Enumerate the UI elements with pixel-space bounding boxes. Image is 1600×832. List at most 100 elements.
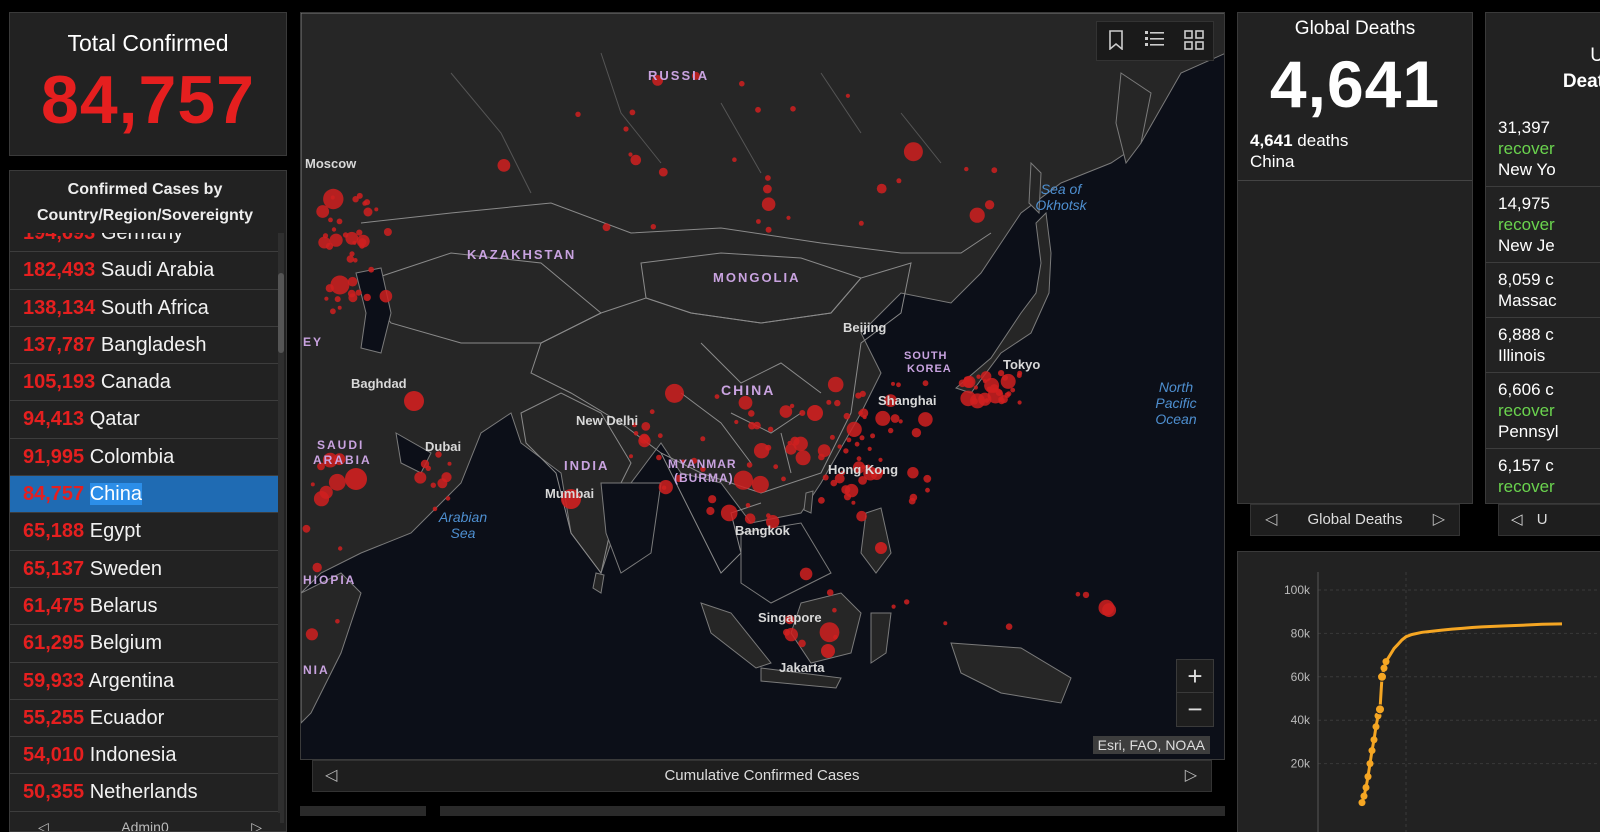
case-bubble[interactable] — [328, 473, 346, 491]
case-bubble[interactable] — [867, 446, 872, 451]
case-bubble[interactable] — [363, 293, 371, 302]
case-bubble[interactable] — [732, 157, 737, 162]
country-row[interactable]: 138,134 South Africa — [10, 290, 278, 327]
case-bubble[interactable] — [751, 475, 769, 493]
country-row[interactable]: 182,493 Saudi Arabia — [10, 252, 278, 290]
prev-arrow-icon[interactable]: ◁ — [38, 813, 49, 831]
case-bubble[interactable] — [325, 284, 334, 293]
case-bubble[interactable] — [708, 495, 717, 504]
case-bubble[interactable] — [734, 419, 739, 425]
case-bubble[interactable] — [575, 111, 581, 118]
us-deaths-list[interactable]: 31,397 recover New Yo 14,975 recover New Je 8,… — [1486, 111, 1600, 503]
chart-point[interactable] — [1360, 792, 1368, 800]
case-bubble[interactable] — [733, 470, 753, 490]
case-bubble[interactable] — [765, 226, 772, 233]
case-bubble[interactable] — [665, 383, 684, 403]
case-bubble[interactable] — [976, 374, 981, 379]
us-deaths-item[interactable]: 8,059 c Massac — [1486, 263, 1600, 318]
case-bubble[interactable] — [639, 433, 650, 444]
country-row[interactable]: 105,193 Canada — [10, 364, 278, 402]
case-bubble[interactable] — [330, 308, 336, 315]
case-bubble[interactable] — [374, 207, 379, 212]
case-bubble[interactable] — [445, 496, 451, 501]
case-bubble[interactable] — [334, 296, 341, 303]
case-bubble[interactable] — [875, 410, 891, 426]
case-bubble[interactable] — [1010, 387, 1016, 393]
case-bubble[interactable] — [324, 296, 329, 301]
case-bubble[interactable] — [656, 454, 662, 461]
case-bubble[interactable] — [817, 444, 831, 458]
case-bubble[interactable] — [891, 604, 896, 609]
case-bubble[interactable] — [943, 621, 948, 626]
case-bubble[interactable] — [984, 377, 1000, 393]
case-bubble[interactable] — [347, 276, 358, 287]
case-bubble[interactable] — [345, 231, 359, 245]
case-bubble[interactable] — [854, 441, 860, 447]
case-bubble[interactable] — [623, 126, 629, 132]
case-bubble[interactable] — [795, 450, 811, 466]
case-bubble[interactable] — [755, 106, 761, 113]
case-bubble[interactable] — [302, 524, 311, 533]
country-row[interactable]: 65,188 Egypt — [10, 513, 278, 551]
scrollbar-thumb[interactable] — [278, 273, 284, 353]
legend-list-icon[interactable] — [1144, 30, 1166, 52]
case-bubble[interactable] — [991, 167, 998, 174]
case-bubble[interactable] — [383, 228, 392, 236]
case-bubble[interactable] — [649, 409, 655, 415]
case-bubble[interactable] — [907, 467, 919, 479]
case-bubble[interactable] — [891, 381, 895, 386]
case-bubble[interactable] — [834, 399, 841, 407]
case-bubble[interactable] — [970, 393, 985, 409]
country-row[interactable]: 55,255 Ecuador — [10, 700, 278, 738]
deaths-prev-icon[interactable]: ◁ — [1265, 505, 1277, 535]
case-bubble[interactable] — [799, 410, 806, 416]
bookmark-icon[interactable] — [1105, 30, 1127, 52]
case-bubble[interactable] — [628, 152, 633, 157]
chart-point[interactable] — [1368, 747, 1376, 755]
case-bubble[interactable] — [858, 476, 867, 485]
map-panel[interactable]: RUSSIA KAZAKHSTAN MONGOLIA CHINA SOUTH K… — [300, 12, 1225, 760]
chart-point[interactable] — [1372, 723, 1380, 731]
case-bubble[interactable] — [918, 412, 933, 427]
case-bubble[interactable] — [856, 456, 862, 462]
case-bubble[interactable] — [807, 405, 823, 421]
case-bubble[interactable] — [923, 474, 932, 483]
chart-point[interactable] — [1370, 736, 1378, 744]
case-bubble[interactable] — [650, 224, 656, 230]
case-bubble[interactable] — [1002, 374, 1008, 381]
case-bubble[interactable] — [766, 513, 771, 518]
country-row[interactable]: 61,295 Belgium — [10, 625, 278, 663]
case-bubble[interactable] — [348, 293, 358, 303]
case-bubble[interactable] — [855, 392, 862, 399]
case-bubble[interactable] — [748, 410, 755, 417]
case-bubble[interactable] — [785, 443, 797, 455]
case-bubble[interactable] — [316, 205, 330, 218]
case-bubble[interactable] — [856, 510, 867, 522]
case-bubble[interactable] — [858, 220, 864, 226]
case-bubble[interactable] — [310, 482, 315, 487]
case-bubble[interactable] — [827, 376, 844, 393]
case-bubble[interactable] — [829, 434, 835, 440]
case-bubble[interactable] — [1004, 392, 1011, 398]
case-bubble[interactable] — [430, 482, 436, 488]
case-bubble[interactable] — [781, 476, 786, 482]
map-next-icon[interactable]: ▷ — [1185, 761, 1197, 791]
case-bubble[interactable] — [641, 422, 651, 431]
case-bubble[interactable] — [846, 437, 852, 443]
case-bubble[interactable] — [890, 414, 900, 423]
case-bubble[interactable] — [843, 448, 849, 454]
case-bubble[interactable] — [1102, 603, 1117, 618]
case-bubble[interactable] — [984, 398, 990, 403]
case-bubble[interactable] — [870, 433, 876, 439]
case-bubble[interactable] — [305, 628, 318, 641]
case-bubble[interactable] — [602, 223, 611, 232]
country-row[interactable]: 50,355 Netherlands — [10, 774, 278, 812]
zoom-out-button[interactable]: − — [1177, 693, 1213, 726]
case-bubble[interactable] — [700, 436, 706, 442]
case-bubble[interactable] — [826, 589, 834, 596]
case-bubble[interactable] — [331, 227, 337, 232]
case-bubble[interactable] — [783, 628, 790, 636]
case-bubble[interactable] — [833, 634, 838, 640]
us-deaths-item[interactable]: 14,975 recover New Je — [1486, 187, 1600, 263]
case-bubble[interactable] — [404, 391, 424, 411]
